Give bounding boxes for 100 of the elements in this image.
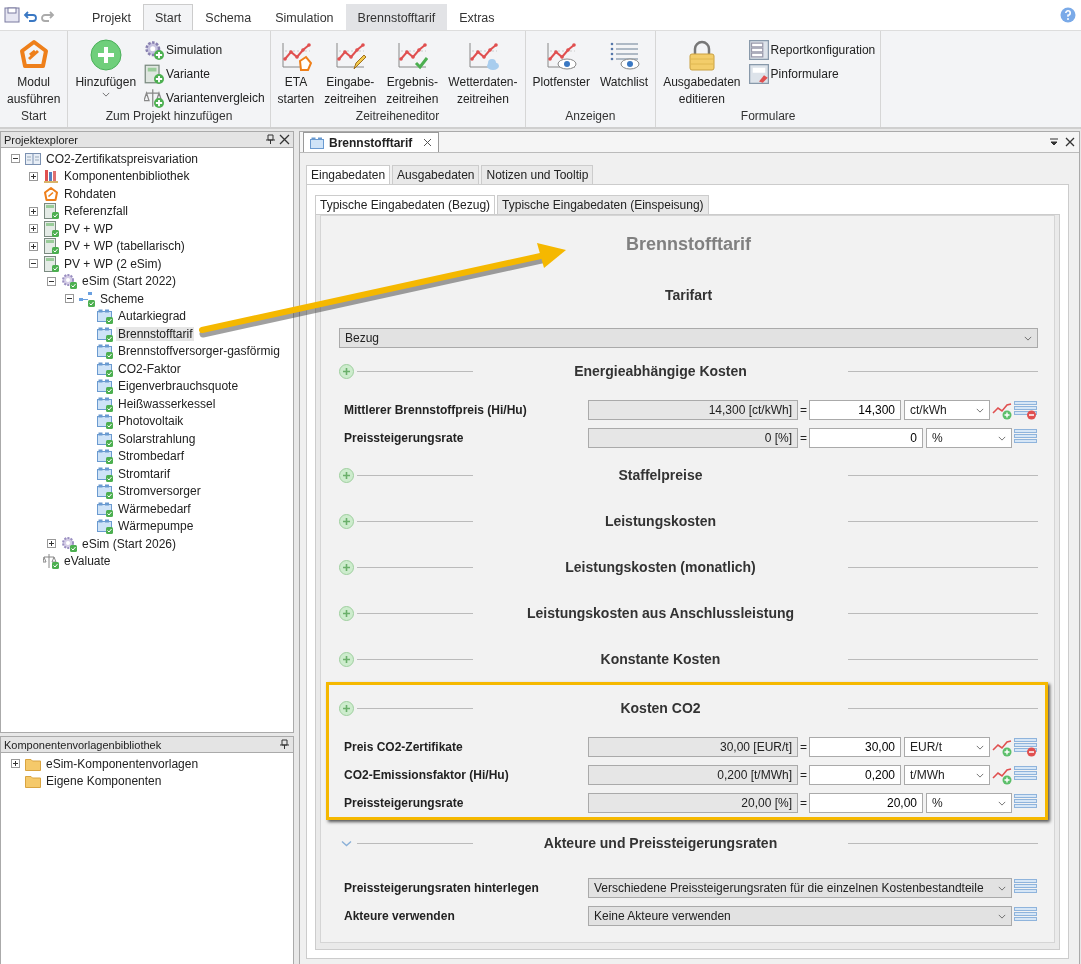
ribbon-button[interactable]: Simulation [143,39,266,61]
add-icon[interactable] [339,363,354,379]
expand-icon[interactable] [29,206,38,216]
pin-icon[interactable] [279,739,290,750]
add-icon[interactable] [339,700,354,716]
tree-item[interactable]: PV + WP [62,221,115,236]
calculator-icon [43,203,59,220]
tab[interactable]: Notizen und Tooltip [481,165,594,184]
component-icon [97,308,113,325]
tree-item[interactable]: Brennstoffversorger-gasförmig [116,344,282,359]
tree-item[interactable]: Komponentenbibliothek [62,169,192,184]
ribbon-button[interactable]: ETA starten [274,35,318,109]
ribbon-tab[interactable]: Extras [447,4,507,30]
add-icon[interactable] [339,513,354,529]
ribbon-button[interactable]: Variante [143,63,266,85]
value-field[interactable]: 30,00 [809,737,901,757]
ribbon-tab[interactable]: Projekt [80,4,143,30]
component-icon [97,483,113,500]
tree-item[interactable]: eSim (Start 2026) [80,536,179,551]
chart-add-icon[interactable] [992,400,1012,420]
add-icon[interactable] [339,559,354,575]
collapse-icon[interactable] [47,276,56,286]
value-field[interactable]: 0,200 [809,765,901,785]
value-field[interactable]: 14,300 [809,400,901,420]
tree-item[interactable]: Photovoltaik [116,414,186,429]
expand-icon[interactable] [29,171,38,181]
ribbon-button[interactable]: Modul ausführen [4,35,64,109]
close-icon[interactable] [423,138,433,147]
add-icon[interactable] [339,651,354,667]
unit-dropdown[interactable]: % [926,428,1012,448]
collapse-icon[interactable] [65,294,74,304]
value-field[interactable]: 20,00 [809,793,923,813]
tree-item[interactable]: eValuate [62,554,113,569]
collapse-icon[interactable] [11,154,20,164]
tree-item[interactable]: eSim (Start 2022) [80,274,179,289]
collapse-icon[interactable] [29,259,38,269]
tree-item[interactable]: Referenzfall [62,204,131,219]
tree-item[interactable]: CO2-Zertifikatspreisvariation [44,151,201,166]
help-icon[interactable] [1060,7,1076,23]
tab[interactable]: Eingabedaten [306,165,391,184]
tree-item[interactable]: CO2-Faktor [116,361,183,376]
tab[interactable]: Typische Eingabedaten (Bezug) [315,195,496,214]
tree-item[interactable]: Solarstrahlung [116,431,198,446]
tree-item[interactable]: Eigene Komponenten [44,774,164,789]
add-icon[interactable] [339,467,354,483]
tree-item[interactable]: Stromversorger [116,484,203,499]
ribbon-button[interactable]: Wetterdaten- zeitreihen [445,35,521,109]
expand-icon[interactable] [29,224,38,234]
unit-dropdown[interactable]: % [926,793,1012,813]
ribbon-tab[interactable]: Schema [193,4,264,30]
tree-item[interactable]: Rohdaten [62,186,119,201]
tree-item[interactable]: Scheme [98,291,147,306]
tree-item[interactable]: Stromtarif [116,466,172,481]
value-field[interactable]: 0 [809,428,923,448]
pin-icon[interactable] [265,134,276,145]
ribbon-button[interactable]: Ausgabedaten editieren [660,35,744,109]
close-icon[interactable] [1065,137,1075,147]
chart-add-icon[interactable] [992,737,1012,757]
tree-item[interactable]: PV + WP (2 eSim) [62,256,164,271]
tree-item[interactable]: Strombedarf [116,449,187,464]
save-icon[interactable] [4,7,20,23]
list-remove-icon[interactable] [1014,400,1038,420]
ribbon-button[interactable]: Plotfenster [529,35,593,109]
tab[interactable]: Typische Eingabedaten (Einspeisung) [497,195,709,214]
expand-icon[interactable] [11,759,20,769]
tree-item[interactable]: PV + WP (tabellarisch) [62,239,187,254]
unit-dropdown[interactable]: EUR/t [904,737,990,757]
dropdown-icon[interactable] [1049,137,1059,147]
ribbon-button[interactable]: Watchlist [596,35,652,109]
option-dropdown[interactable]: Verschiedene Preissteigerungsraten für die einzelnen Kostenbestandteile [588,878,1012,898]
ribbon-tab[interactable]: Brennstofftarif [345,4,448,30]
expand-icon[interactable] [29,241,38,251]
tree-item[interactable]: Autarkiegrad [116,309,189,324]
option-dropdown[interactable]: Keine Akteure verwenden [588,906,1012,926]
expand-icon[interactable] [47,539,56,549]
component-icon [97,325,113,342]
ribbon-button[interactable]: Eingabe- zeitreihen [321,35,380,109]
unit-dropdown[interactable]: ct/kWh [904,400,990,420]
tree-item[interactable]: Wärmebedarf [116,501,193,516]
tree-item[interactable]: Wärmepumpe [116,519,196,534]
ribbon-button[interactable]: Variantenvergleich [143,87,266,109]
ribbon-button[interactable]: Pinformulare [747,63,877,85]
list-remove-icon[interactable] [1014,737,1038,757]
tree-item[interactable]: Heißwasserkessel [116,396,218,411]
ribbon-button[interactable]: Reportkonfiguration [747,39,877,61]
field-label: Preis CO2-Zertifikate [343,740,464,754]
close-icon[interactable] [279,134,290,145]
unit-dropdown[interactable]: t/MWh [904,765,990,785]
tree-item[interactable]: Brennstofftarif [116,326,195,341]
ribbon-button[interactable]: Ergebnis- zeitreihen [383,35,442,109]
tree-item[interactable]: Eigenverbrauchsquote [116,379,241,394]
ribbon-tab[interactable]: Simulation [263,4,346,30]
tree-item[interactable]: eSim-Komponentenvorlagen [44,756,201,771]
chart-add-icon[interactable] [992,765,1012,785]
ribbon-tab[interactable]: Start [142,4,194,30]
tariff-dropdown[interactable]: Bezug [339,328,1038,348]
tab[interactable]: Ausgabedaten [392,165,480,184]
document-tab[interactable]: Brennstofftarif [303,132,440,152]
ribbon-button[interactable]: Hinzufügen [72,35,140,109]
add-icon[interactable] [339,605,354,621]
